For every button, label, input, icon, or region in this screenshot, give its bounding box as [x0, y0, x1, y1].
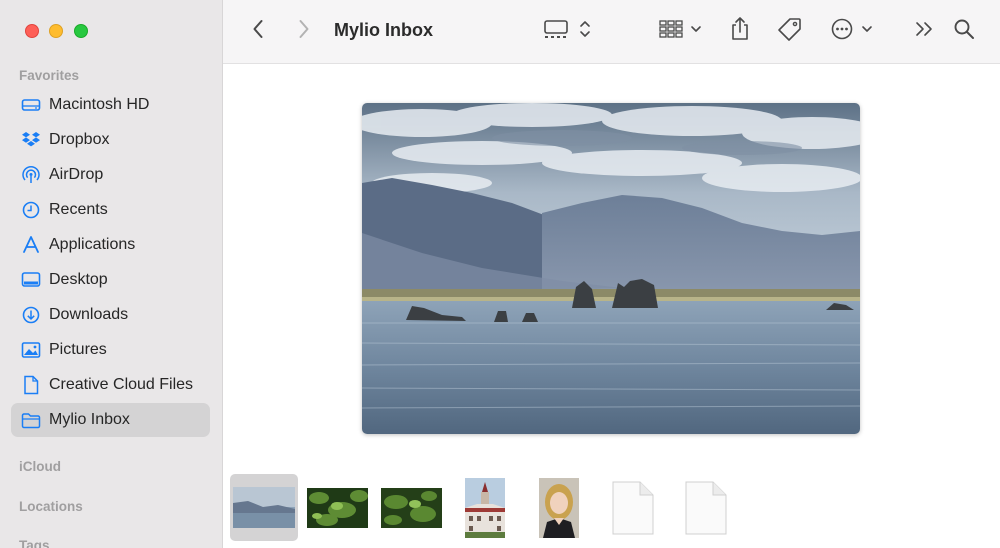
desktop-icon [20, 269, 42, 291]
sidebar-item-airdrop[interactable]: AirDrop [11, 158, 210, 192]
thumbnail-building-tower[interactable] [465, 478, 505, 538]
sidebar-item-label: Dropbox [49, 131, 110, 148]
icloud-label[interactable]: iCloud [19, 459, 61, 474]
document-icon [20, 374, 42, 396]
grid-icon [657, 18, 707, 45]
thumbnail-blank-document-2[interactable] [684, 480, 728, 536]
view-mode-button[interactable] [543, 18, 595, 44]
gallery-view-icon [543, 18, 595, 45]
group-button[interactable] [657, 18, 707, 44]
favorites-label: Favorites [19, 68, 80, 83]
tag-icon [777, 16, 803, 47]
sidebar-item-label: Recents [49, 201, 108, 218]
minimize-window-button[interactable] [49, 24, 63, 38]
sidebar-item-label: Pictures [49, 341, 107, 358]
download-icon [20, 304, 42, 326]
airdrop-icon [20, 164, 42, 186]
dropbox-icon [20, 129, 42, 151]
search-icon [953, 18, 975, 45]
pictures-icon [20, 339, 42, 361]
mountain-lake-photo[interactable] [362, 103, 860, 434]
applications-icon [20, 234, 42, 256]
folder-icon [20, 409, 42, 431]
toolbar: Mylio Inbox [223, 0, 1000, 64]
sidebar-item-mylio-inbox[interactable]: Mylio Inbox [11, 403, 210, 437]
ellipsis-icon [829, 17, 877, 46]
sidebar-item-label: Downloads [49, 306, 129, 323]
sidebar-item-pictures[interactable]: Pictures [11, 333, 210, 367]
toolbar-overflow-button[interactable] [913, 20, 937, 42]
thumbnail-portrait-woman[interactable] [539, 478, 579, 538]
sidebar: Favorites Macintosh HD Dropbox AirDrop R… [0, 0, 223, 548]
finder-window: Favorites Macintosh HD Dropbox AirDrop R… [0, 0, 1000, 548]
thumbnail-green-leaves-1[interactable] [307, 488, 368, 528]
back-button[interactable] [247, 18, 269, 44]
window-title: Mylio Inbox [334, 20, 433, 40]
share-button[interactable] [728, 16, 752, 46]
sidebar-item-label: Creative Cloud Files [49, 376, 194, 393]
thumbnail-mountain-lake[interactable] [233, 487, 295, 528]
double-chevron-icon [914, 19, 936, 44]
hard-drive-icon [20, 94, 42, 116]
forward-button[interactable] [293, 18, 315, 44]
sidebar-item-dropbox[interactable]: Dropbox [11, 123, 210, 157]
sidebar-item-creative-cloud-files[interactable]: Creative Cloud Files [11, 368, 210, 402]
tag-button[interactable] [776, 17, 804, 45]
chevron-left-icon [252, 19, 264, 44]
clock-icon [20, 199, 42, 221]
tags-label[interactable]: Tags [19, 538, 50, 548]
more-actions-button[interactable] [829, 18, 877, 44]
zoom-window-button[interactable] [74, 24, 88, 38]
sidebar-item-label: Desktop [49, 271, 108, 288]
locations-label[interactable]: Locations [19, 499, 83, 514]
gallery-view [223, 65, 1000, 548]
sidebar-item-label: Applications [49, 236, 136, 253]
close-window-button[interactable] [25, 24, 39, 38]
thumbnail-green-leaves-2[interactable] [381, 488, 442, 528]
chevron-right-icon [298, 19, 310, 44]
sidebar-item-label: Macintosh HD [49, 96, 150, 113]
sidebar-item-desktop[interactable]: Desktop [11, 263, 210, 297]
share-icon [729, 16, 751, 47]
sidebar-item-applications[interactable]: Applications [11, 228, 210, 262]
sidebar-item-downloads[interactable]: Downloads [11, 298, 210, 332]
search-button[interactable] [952, 19, 976, 43]
thumbnail-blank-document-1[interactable] [611, 480, 655, 536]
sidebar-item-label: AirDrop [49, 166, 104, 183]
sidebar-item-macintosh-hd[interactable]: Macintosh HD [11, 88, 210, 122]
sidebar-item-label: Mylio Inbox [49, 411, 130, 428]
sidebar-item-recents[interactable]: Recents [11, 193, 210, 227]
